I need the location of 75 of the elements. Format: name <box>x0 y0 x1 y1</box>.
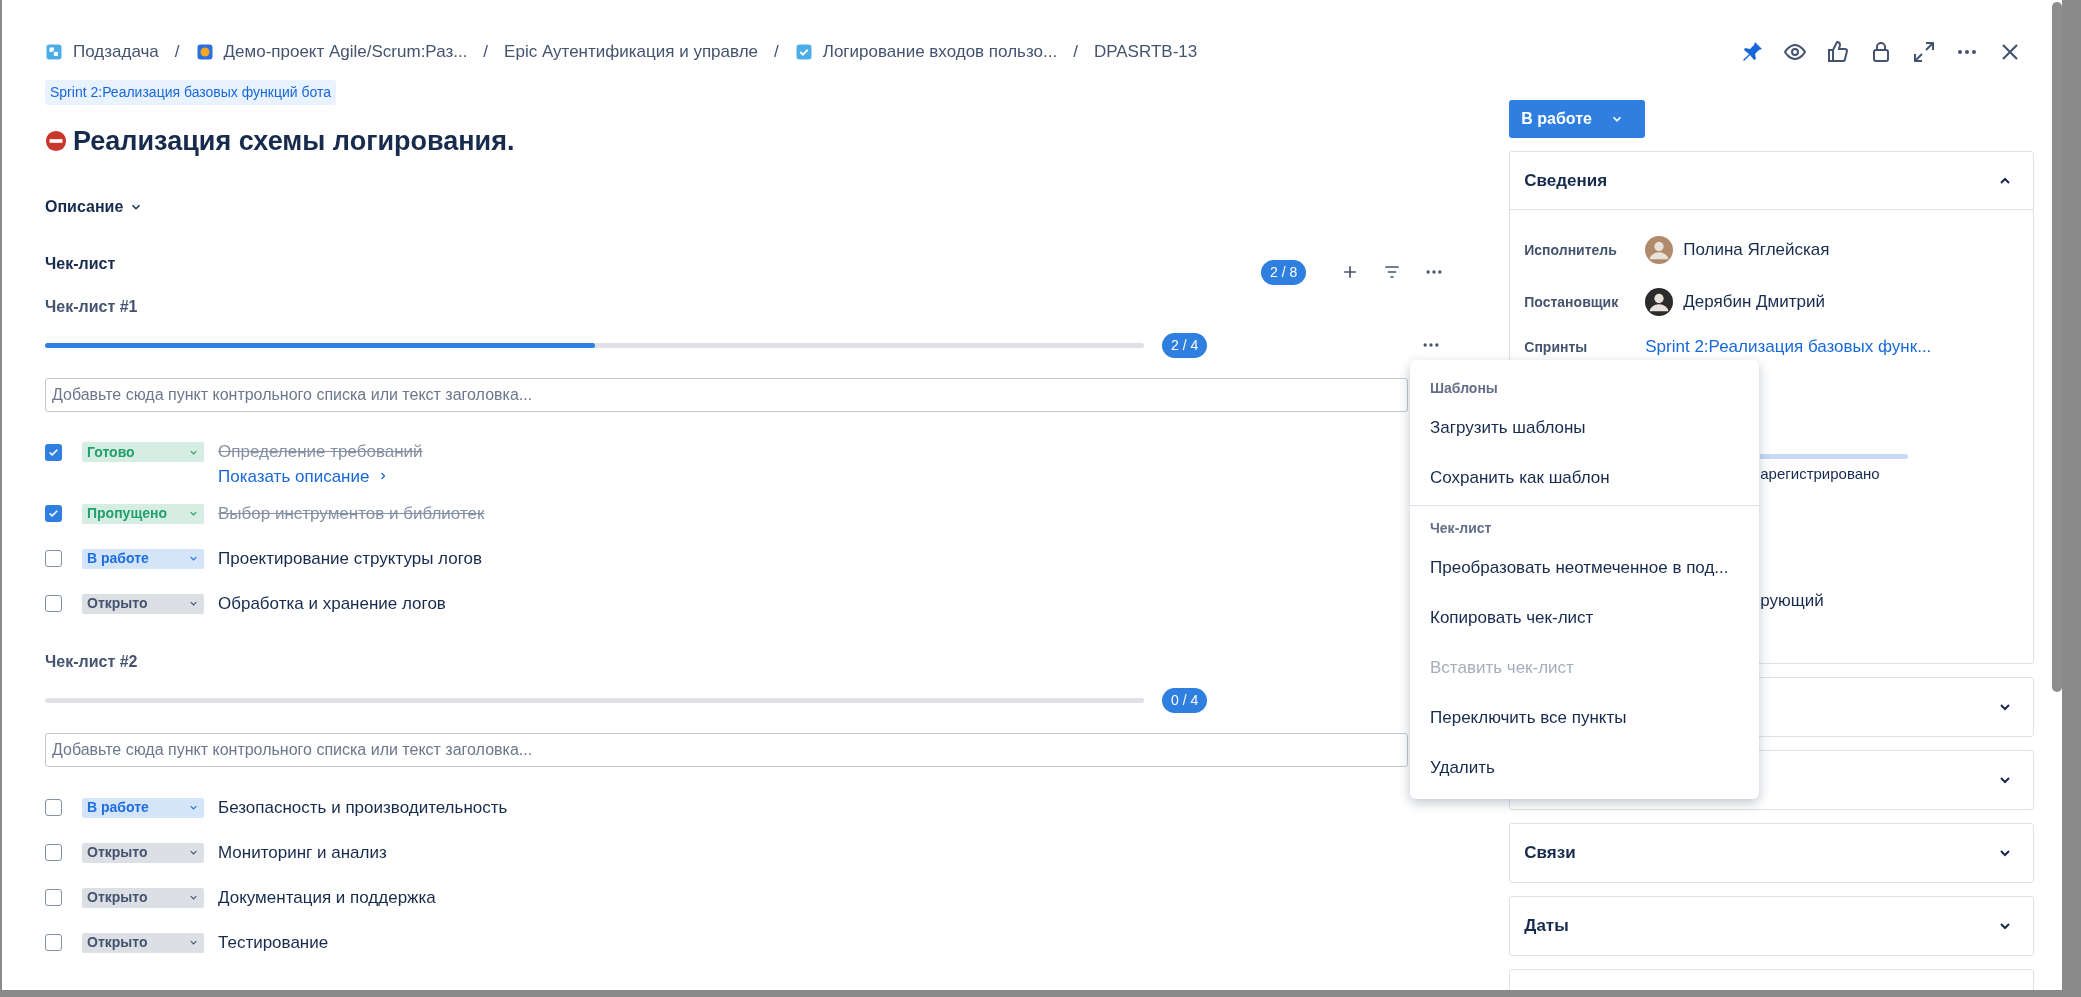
breadcrumb-separator: / <box>774 41 779 64</box>
checklist-item-text: Документация и поддержка <box>218 886 436 909</box>
field-label: Исполнитель <box>1524 240 1618 260</box>
issue-title: Реализация схемы логирования. <box>73 125 515 158</box>
checklist-item-text: Тестирование <box>218 931 329 954</box>
description-toggle[interactable]: Описание <box>45 194 144 219</box>
field-value: арегистрировано <box>1760 464 1881 484</box>
checkbox[interactable] <box>45 844 62 861</box>
checklist-title: Чек-лист #1 <box>45 296 139 317</box>
count-badge: 0 / 4 <box>1162 688 1208 713</box>
breadcrumb-link[interactable]: DPASRTB-13 <box>1093 39 1198 65</box>
menu-section-heading: Чек-лист <box>1429 519 1493 538</box>
person-name[interactable]: Дерябин Дмитрий <box>1683 289 1825 315</box>
checkbox-icon <box>794 43 813 61</box>
checklist-item-text: Безопасность и производительность <box>218 796 508 819</box>
add-item-field[interactable]: Добавьте сюда пункт контрольного списка или текст заголовка... <box>45 377 1408 412</box>
status-dropdown[interactable]: Открыто <box>82 932 204 953</box>
subtask-icon <box>45 43 63 61</box>
breadcrumb-link[interactable]: Демо-проект Agile/Scrum:Раз... <box>195 39 468 65</box>
panel-title: Сведения <box>1524 169 1608 192</box>
checklist-item-text: Выбор инструментов и библиотек <box>218 502 485 525</box>
status-dropdown[interactable]: В работе <box>82 548 204 569</box>
breadcrumb-separator: / <box>174 41 180 64</box>
menu-item[interactable]: Копировать чек-лист <box>1410 593 1759 643</box>
sprint-tag[interactable]: Sprint 2:Реализация базовых функций бота <box>45 80 336 105</box>
menu-item[interactable]: Сохранить как шаблон <box>1410 453 1759 503</box>
menu-section-heading: Шаблоны <box>1429 379 1499 398</box>
checkbox[interactable] <box>45 934 62 951</box>
thumbs-up-icon[interactable] <box>1826 40 1850 64</box>
menu-item[interactable]: Преобразовать неотмеченное в под... <box>1410 543 1759 593</box>
breadcrumb-separator: / <box>483 41 489 64</box>
menu-item[interactable]: Переключить все пункты <box>1410 693 1759 743</box>
field-label: Спринты <box>1524 337 1589 357</box>
expand-icon[interactable] <box>1912 40 1936 64</box>
collapsed-panel[interactable]: Даты <box>1509 896 2034 956</box>
checkbox[interactable] <box>45 550 62 567</box>
checklist-item-text: Мониторинг и анализ <box>218 841 387 864</box>
breadcrumb-separator: / <box>1073 41 1078 64</box>
checkmark-icon <box>47 507 60 520</box>
count-badge: 2 / 8 <box>1261 259 1307 285</box>
checklist-item-text: Обработка и хранение логов <box>218 592 446 615</box>
field-label: Постановщик <box>1524 292 1620 312</box>
field-value: рующий <box>1760 589 1825 612</box>
panel-title: Даты <box>1524 915 1569 938</box>
section-heading: Чек-лист <box>45 253 116 274</box>
status-dropdown[interactable]: Открыто <box>82 842 204 863</box>
project-icon <box>195 43 214 61</box>
person-name[interactable]: Полина Яглейская <box>1683 237 1830 263</box>
sprint-link[interactable]: Sprint 2:Реализация базовых функ... <box>1645 334 1932 360</box>
panel-title: Связи <box>1524 842 1576 865</box>
status-dropdown[interactable]: Открыто <box>82 593 204 614</box>
checkbox[interactable] <box>45 799 62 816</box>
scrollbar-thumb[interactable] <box>2052 2 2062 692</box>
checkbox[interactable] <box>45 443 62 461</box>
breadcrumb-link[interactable]: Подзадача <box>45 39 159 65</box>
count-badge: 2 / 4 <box>1162 332 1208 358</box>
avatar-icon <box>1645 288 1674 316</box>
checkbox[interactable] <box>45 505 62 522</box>
checklist-item-text: Проектирование структуры логов <box>218 547 482 570</box>
status-button[interactable]: В работе <box>1509 100 1646 138</box>
checkbox[interactable] <box>45 889 62 906</box>
status-dropdown[interactable]: В работе <box>82 797 204 818</box>
menu-item[interactable]: Загрузить шаблоны <box>1410 403 1759 453</box>
breadcrumb-link[interactable]: Epic Аутентификация и управле <box>504 39 758 65</box>
checklist-item-text: Определение требований <box>218 441 423 464</box>
menu-item[interactable]: Удалить <box>1410 743 1759 793</box>
collapsed-panel[interactable]: Связи <box>1509 823 2034 883</box>
status-dropdown[interactable]: Открыто <box>82 887 204 908</box>
breadcrumb-link[interactable]: Логирование входов пользо... <box>794 39 1058 65</box>
checkbox[interactable] <box>45 595 62 612</box>
avatar-icon <box>1645 236 1674 264</box>
show-description-link[interactable]: Показать описание <box>218 463 390 489</box>
blocked-icon <box>45 130 67 153</box>
add-item-field[interactable]: Добавьте сюда пункт контрольного списка или текст заголовка... <box>45 733 1408 767</box>
menu-item: Вставить чек-лист <box>1410 643 1759 693</box>
